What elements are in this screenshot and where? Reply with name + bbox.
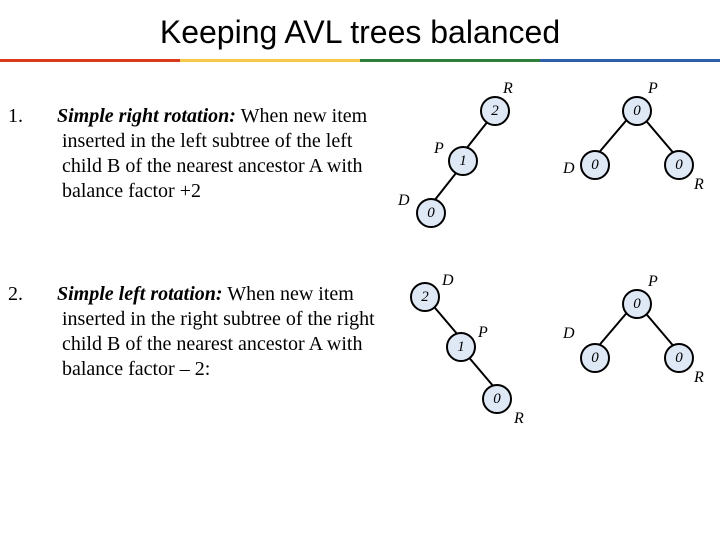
tree-node: 0 [580,343,610,373]
tree-node: 0 [482,384,512,414]
node-label-R: R [514,410,524,428]
item-number: 2. [35,282,57,307]
item-bold: Simple left rotation: [57,283,223,305]
tree-node: 0 [622,289,652,319]
tree-right-rotation-before: R 2 P 1 D 0 [388,84,518,234]
tree-node: 0 [416,198,446,228]
tree-node: 0 [664,150,694,180]
node-label-R: R [503,80,513,98]
node-label-D: D [563,325,575,343]
list-item-1: 1.Simple right rotation: When new item i… [35,104,395,204]
page-title: Keeping AVL trees balanced [0,0,720,59]
node-label-R: R [694,369,704,387]
item-number: 1. [35,104,57,129]
tree-node: 0 [622,96,652,126]
node-label-R: R [694,176,704,194]
tree-node: 0 [580,150,610,180]
tree-node: 2 [410,282,440,312]
tree-node: 1 [448,146,478,176]
tree-left-rotation-after: P 0 D 0 0 R [560,277,710,437]
node-label-D: D [398,192,410,210]
content-area: 1.Simple right rotation: When new item i… [0,62,720,522]
tree-node: 2 [480,96,510,126]
list-item-2: 2.Simple left rotation: When new item in… [35,282,405,382]
tree-right-rotation-after: P 0 D 0 0 R [560,84,710,234]
node-label-D: D [563,160,575,178]
tree-node: 0 [664,343,694,373]
item-bold: Simple right rotation: [57,105,236,127]
node-label-P: P [648,273,658,291]
node-label-D: D [442,272,454,290]
tree-left-rotation-before: D 2 P 1 0 R [400,270,540,440]
tree-node: 1 [446,332,476,362]
node-label-P: P [648,80,658,98]
node-label-P: P [478,324,488,342]
node-label-P: P [434,140,444,158]
